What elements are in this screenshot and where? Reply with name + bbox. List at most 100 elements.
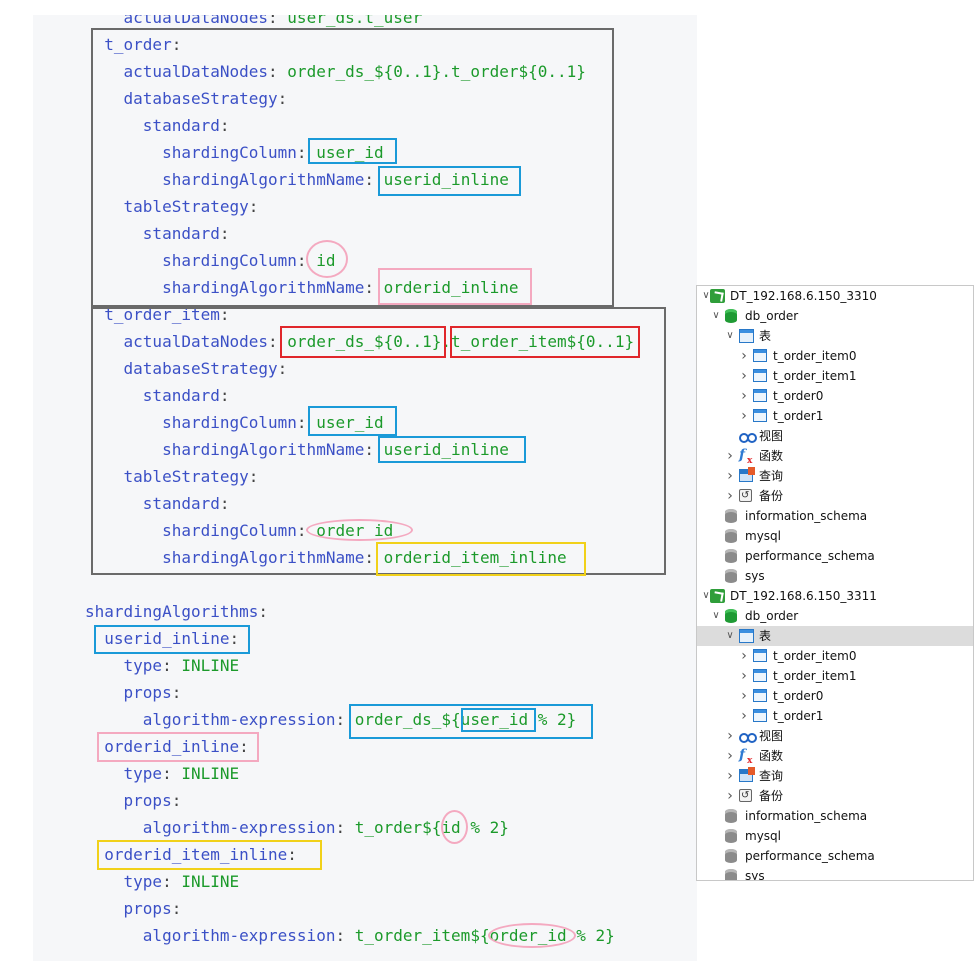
chevron-right-icon[interactable]: › xyxy=(724,446,736,466)
tree-item-mysql[interactable]: mysql xyxy=(697,826,973,846)
tree-item-t-order1[interactable]: › t_order1 xyxy=(697,406,973,426)
tree-item-label: 函数 xyxy=(759,749,784,763)
yaml-punct: : xyxy=(171,683,182,702)
yaml-key: shardingAlgorithmName xyxy=(85,278,365,297)
chevron-right-icon[interactable]: › xyxy=(724,486,736,506)
tree-item-dt-192-168-6-150-3310[interactable]: ∨ DT_192.168.6.150_3310 xyxy=(697,286,973,306)
yaml-key: actualDataNodes xyxy=(85,15,269,27)
yaml-punct: : xyxy=(171,899,182,918)
tree-item-performance-schema[interactable]: performance_schema xyxy=(697,846,973,866)
yaml-key: actualDataNodes xyxy=(85,62,269,81)
tree-item-label: performance_schema xyxy=(745,549,875,563)
chevron-right-icon[interactable]: › xyxy=(738,366,750,386)
code-line: type: INLINE xyxy=(85,868,240,895)
chevron-down-icon[interactable]: ∨ xyxy=(724,326,736,346)
yaml-punct: : xyxy=(296,251,317,270)
tree-item-[interactable]: › 查询 xyxy=(697,466,973,486)
tree-item-db-order[interactable]: ∨ db_order xyxy=(697,306,973,326)
chevron-right-icon[interactable]: › xyxy=(724,786,736,806)
tree-item-t-order-item1[interactable]: › t_order_item1 xyxy=(697,666,973,686)
tree-item-information-schema[interactable]: information_schema xyxy=(697,506,973,526)
code-line: props: xyxy=(85,895,182,922)
tree-item-information-schema[interactable]: information_schema xyxy=(697,806,973,826)
tree-item-[interactable]: › 备份 xyxy=(697,786,973,806)
tree-item-t-order1[interactable]: › t_order1 xyxy=(697,706,973,726)
table-icon xyxy=(753,389,767,402)
chevron-right-icon[interactable]: › xyxy=(738,706,750,726)
chevron-right-icon[interactable]: › xyxy=(738,646,750,666)
chevron-right-icon[interactable]: › xyxy=(724,766,736,786)
yaml-key: shardingAlgorithmName xyxy=(85,170,365,189)
tree-item-t-order-item0[interactable]: › t_order_item0 xyxy=(697,346,973,366)
tree-item-performance-schema[interactable]: performance_schema xyxy=(697,546,973,566)
table-icon xyxy=(753,709,767,722)
database-gray-icon xyxy=(725,569,737,583)
tree-item-label: t_order1 xyxy=(773,409,824,423)
tree-item-label: db_order xyxy=(745,609,799,623)
code-line: standard: xyxy=(85,220,230,247)
yaml-punct: : xyxy=(162,872,182,891)
tree-item-[interactable]: 视图 xyxy=(697,426,973,446)
chevron-down-icon[interactable]: ∨ xyxy=(710,606,722,626)
tree-item-[interactable]: ›f 函数 xyxy=(697,746,973,770)
database-gray-icon xyxy=(725,549,737,563)
code-line: shardingAlgorithms: xyxy=(85,598,268,625)
tree-item-label: 视图 xyxy=(759,729,784,743)
chevron-right-icon[interactable]: › xyxy=(724,726,736,746)
yaml-value: t_order${id % 2} xyxy=(354,818,509,837)
tree-item-[interactable]: › 查询 xyxy=(697,766,973,786)
chevron-right-icon[interactable]: › xyxy=(724,746,736,766)
tree-item-dt-192-168-6-150-3311[interactable]: ∨ DT_192.168.6.150_3311 xyxy=(697,586,973,606)
chevron-right-icon[interactable]: › xyxy=(738,686,750,706)
tree-item-label: 表 xyxy=(759,629,772,643)
tree-item-label: db_order xyxy=(745,309,799,323)
chevron-right-icon[interactable]: › xyxy=(738,666,750,686)
yaml-key: t_order xyxy=(85,35,172,54)
yaml-punct: : xyxy=(219,305,230,324)
tree-item-[interactable]: ∨ 表 xyxy=(697,626,973,646)
tree-item-db-order[interactable]: ∨ db_order xyxy=(697,606,973,626)
tree-item-[interactable]: ›f 函数 xyxy=(697,446,973,470)
chevron-right-icon[interactable]: › xyxy=(738,386,750,406)
chevron-down-icon[interactable]: ∨ xyxy=(710,306,722,326)
yaml-key: databaseStrategy xyxy=(85,89,278,108)
tree-item-label: DT_192.168.6.150_3310 xyxy=(730,289,877,303)
yaml-key: algorithm-expression xyxy=(85,710,336,729)
yaml-punct: : xyxy=(268,332,288,351)
tree-item-t-order0[interactable]: › t_order0 xyxy=(697,686,973,706)
code-line: shardingAlgorithmName: orderid_inline xyxy=(85,274,518,301)
yaml-key: shardingAlgorithms xyxy=(85,602,259,621)
code-line: algorithm-expression: t_order_item${orde… xyxy=(85,922,615,949)
yaml-punct: : xyxy=(296,521,317,540)
yaml-value: t_order_item${order_id % 2} xyxy=(354,926,615,945)
chevron-right-icon[interactable]: › xyxy=(738,346,750,366)
backup-icon xyxy=(739,486,752,506)
tree-item-t-order-item0[interactable]: › t_order_item0 xyxy=(697,646,973,666)
table-icon xyxy=(753,409,767,422)
chevron-down-icon[interactable]: ∨ xyxy=(724,626,736,646)
database-navigator-tree[interactable]: ∨ DT_192.168.6.150_3310 ∨ db_order ∨ 表 › t_orde… xyxy=(696,285,974,881)
connection-icon xyxy=(710,589,725,603)
table-icon xyxy=(753,669,767,682)
code-line: shardingAlgorithmName: userid_inline xyxy=(85,436,509,463)
tree-item-[interactable]: › 视图 xyxy=(697,726,973,746)
yaml-punct: : xyxy=(268,62,288,81)
tree-item-label: 备份 xyxy=(759,489,784,503)
chevron-right-icon[interactable]: › xyxy=(738,406,750,426)
tree-item-mysql[interactable]: mysql xyxy=(697,526,973,546)
tree-item-label: 表 xyxy=(759,329,772,343)
tree-item-t-order-item1[interactable]: › t_order_item1 xyxy=(697,366,973,386)
tree-item-sys[interactable]: sys xyxy=(697,566,973,586)
tree-item-label: 查询 xyxy=(759,769,784,783)
tree-item-sys[interactable]: sys xyxy=(697,866,973,880)
yaml-punct: : xyxy=(248,197,259,216)
tree-item-[interactable]: ∨ 表 xyxy=(697,326,973,346)
tree-item-t-order0[interactable]: › t_order0 xyxy=(697,386,973,406)
tree-item-label: 视图 xyxy=(759,429,784,443)
tree-item-label: 函数 xyxy=(759,449,784,463)
code-line: algorithm-expression: order_ds_${user_id… xyxy=(85,706,576,733)
code-line: databaseStrategy: xyxy=(85,355,288,382)
table-icon xyxy=(753,349,767,362)
chevron-right-icon[interactable]: › xyxy=(724,466,736,486)
tree-item-[interactable]: › 备份 xyxy=(697,486,973,506)
